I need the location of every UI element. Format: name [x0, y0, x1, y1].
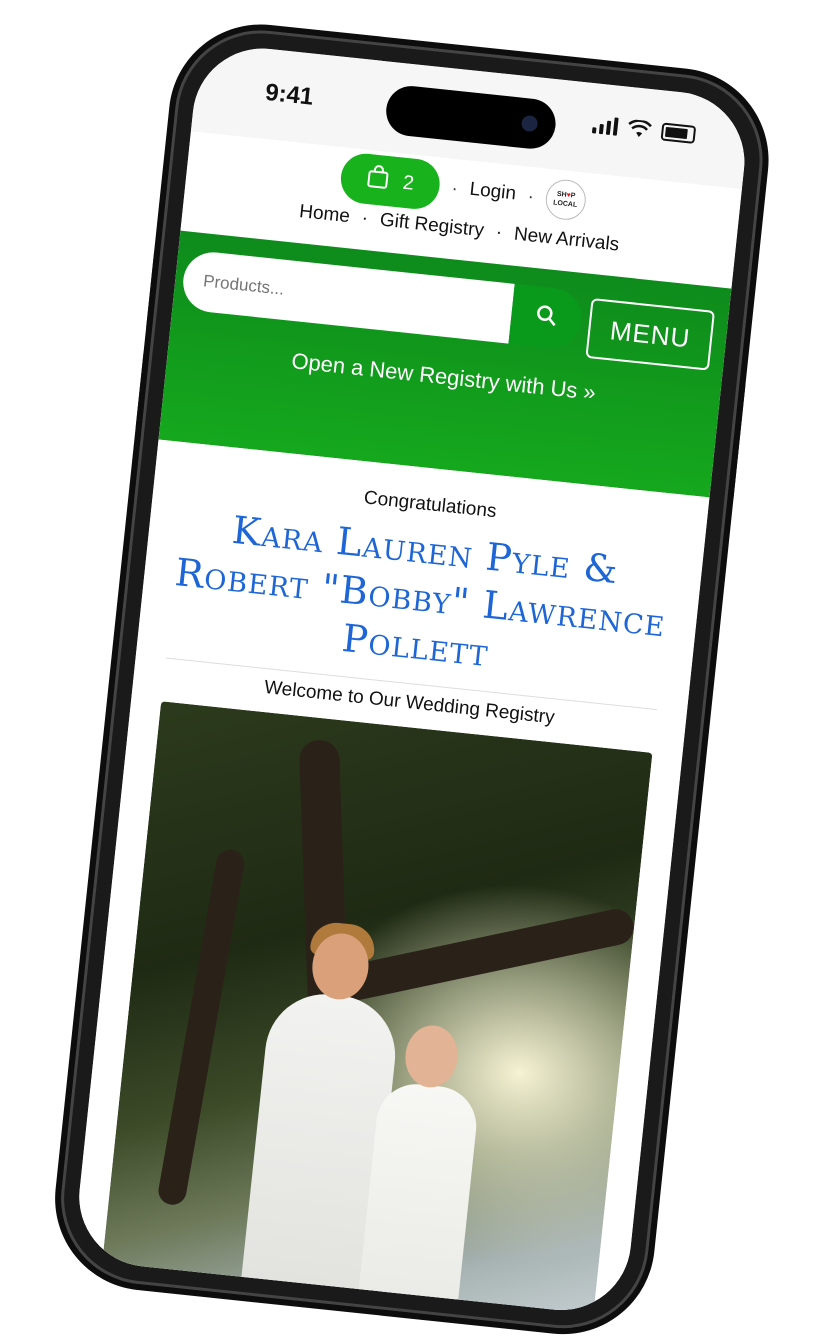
shop-local-text: P	[570, 192, 576, 200]
registry-content: Congratulations Kara Lauren Pyle & Rober…	[72, 439, 710, 1317]
separator: ·	[450, 177, 459, 198]
wifi-icon	[627, 119, 653, 139]
search-input[interactable]	[180, 249, 515, 344]
search-icon	[534, 303, 559, 332]
camera-icon	[520, 114, 539, 133]
nav-home[interactable]: Home	[298, 201, 351, 228]
search-button[interactable]	[508, 283, 585, 351]
shopping-bag-icon	[366, 164, 391, 196]
cart-count: 2	[401, 171, 416, 195]
signal-icon	[591, 115, 619, 136]
menu-button[interactable]: MENU	[585, 298, 715, 371]
login-link[interactable]: Login	[468, 179, 517, 206]
separator: ·	[360, 207, 370, 230]
separator: ·	[494, 221, 504, 244]
tree-trunk	[156, 847, 247, 1207]
shop-local-logo[interactable]: SH♥P LOCAL	[543, 177, 588, 222]
dynamic-island	[383, 83, 559, 152]
status-time: 9:41	[263, 78, 315, 111]
cart-button[interactable]: 2	[338, 151, 443, 212]
battery-icon	[660, 122, 697, 144]
tree-trunk	[335, 905, 637, 1004]
separator: ·	[526, 185, 535, 206]
status-icons	[591, 115, 697, 144]
couple-photo	[98, 701, 653, 1317]
phone-device: 9:41 2 · Login · SH♥P LOCAL Home · Gift …	[52, 21, 772, 1337]
